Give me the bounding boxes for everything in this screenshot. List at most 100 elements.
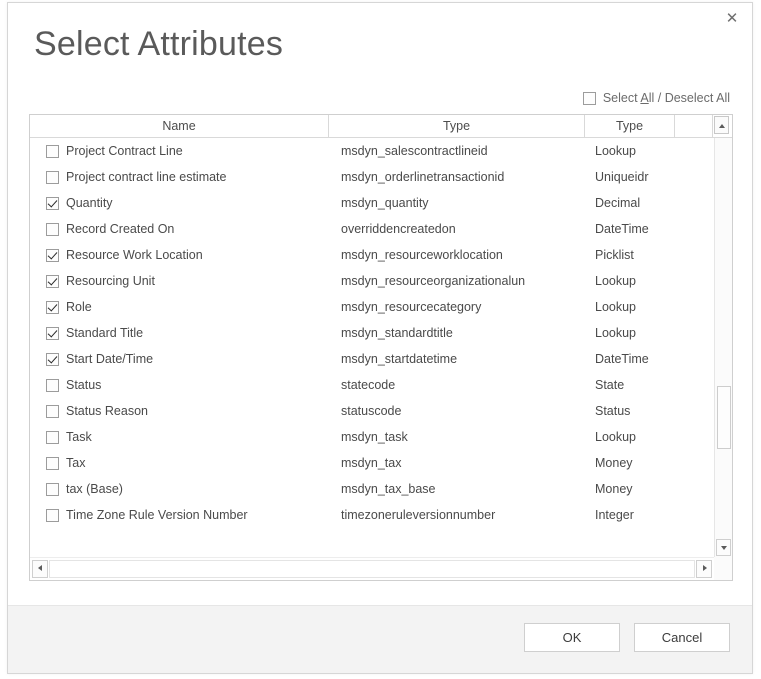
horizontal-scroll-thumb[interactable]: [49, 560, 695, 578]
select-all-label-after: ll / Deselect All: [649, 91, 730, 105]
attribute-display-name: Start Date/Time: [66, 352, 153, 366]
vertical-scroll-thumb[interactable]: [717, 386, 731, 449]
table-row[interactable]: Project contract line estimatemsdyn_orde…: [30, 164, 714, 190]
row-checkbox[interactable]: [46, 145, 59, 158]
row-checkbox[interactable]: [46, 353, 59, 366]
table-row[interactable]: Tax msdyn_taxMoney: [30, 450, 714, 476]
cell-name: Status: [30, 378, 329, 392]
attribute-display-name: Task: [66, 430, 92, 444]
table-row[interactable]: tax (Base) msdyn_tax_baseMoney: [30, 476, 714, 502]
cell-data-type: Money: [585, 456, 675, 470]
attribute-display-name: Tax: [66, 456, 85, 470]
cell-logical-name: msdyn_tax_base: [329, 482, 585, 496]
table-row[interactable]: Status ReasonstatuscodeStatus: [30, 398, 714, 424]
select-all-label: Select All / Deselect All: [603, 91, 730, 105]
column-header-type[interactable]: Type: [585, 115, 675, 137]
column-header-name[interactable]: Name: [30, 115, 329, 137]
cell-name: tax (Base): [30, 482, 329, 496]
ok-button[interactable]: OK: [524, 623, 620, 652]
table-row[interactable]: Resource Work Locationmsdyn_resourcework…: [30, 242, 714, 268]
row-checkbox[interactable]: [46, 171, 59, 184]
cell-data-type: DateTime: [585, 222, 675, 236]
table-row[interactable]: Task msdyn_taskLookup: [30, 424, 714, 450]
row-checkbox[interactable]: [46, 405, 59, 418]
attributes-grid: Name Type Type Project Contract Line msdy…: [29, 114, 733, 581]
table-row[interactable]: Quantity msdyn_quantityDecimal: [30, 190, 714, 216]
page-title: Select Attributes: [34, 25, 283, 64]
cell-data-type: Lookup: [585, 144, 675, 158]
table-row[interactable]: Start Date/Timemsdyn_startdatetimeDateTi…: [30, 346, 714, 372]
cell-logical-name: msdyn_tax: [329, 456, 585, 470]
row-checkbox[interactable]: [46, 379, 59, 392]
select-all-accel: A: [640, 91, 648, 105]
grid-body: Project Contract Line msdyn_salescontract…: [30, 138, 714, 558]
attribute-display-name: Role: [66, 300, 92, 314]
cell-logical-name: msdyn_resourcecategory: [329, 300, 585, 314]
grid-corner-header: [713, 115, 731, 137]
row-checkbox[interactable]: [46, 197, 59, 210]
row-checkbox[interactable]: [46, 223, 59, 236]
attribute-display-name: Project Contract Line: [66, 144, 183, 158]
vertical-scrollbar[interactable]: [714, 138, 732, 558]
row-checkbox[interactable]: [46, 431, 59, 444]
attribute-display-name: tax (Base): [66, 482, 123, 496]
select-all-checkbox[interactable]: [583, 92, 596, 105]
cancel-button[interactable]: Cancel: [634, 623, 730, 652]
cell-data-type: Money: [585, 482, 675, 496]
attribute-display-name: Standard Title: [66, 326, 143, 340]
cell-name: Tax: [30, 456, 329, 470]
table-row[interactable]: StatusstatecodeState: [30, 372, 714, 398]
row-checkbox[interactable]: [46, 275, 59, 288]
close-icon[interactable]: ✕: [718, 7, 746, 31]
table-row[interactable]: Standard Title msdyn_standardtitleLookup: [30, 320, 714, 346]
table-row[interactable]: Project Contract Line msdyn_salescontract…: [30, 138, 714, 164]
table-row[interactable]: Resourcing Unitmsdyn_resourceorganizatio…: [30, 268, 714, 294]
cell-logical-name: msdyn_task: [329, 430, 585, 444]
cell-data-type: Lookup: [585, 300, 675, 314]
horizontal-scrollbar[interactable]: [30, 557, 714, 580]
cell-data-type: Integer: [585, 508, 675, 522]
attribute-display-name: Status: [66, 378, 101, 392]
cell-data-type: Decimal: [585, 196, 675, 210]
select-attributes-dialog: ✕ Select Attributes Select All / Deselec…: [7, 2, 753, 674]
cell-name: Status Reason: [30, 404, 329, 418]
attribute-display-name: Quantity: [66, 196, 113, 210]
attribute-display-name: Resourcing Unit: [66, 274, 155, 288]
dialog-footer: OK Cancel: [8, 605, 752, 673]
select-all-toggle[interactable]: Select All / Deselect All: [583, 91, 730, 105]
scroll-right-icon[interactable]: [696, 560, 712, 578]
cell-data-type: State: [585, 378, 675, 392]
table-row[interactable]: Role msdyn_resourcecategoryLookup: [30, 294, 714, 320]
cell-logical-name: statuscode: [329, 404, 585, 418]
row-checkbox[interactable]: [46, 509, 59, 522]
cell-logical-name: timezoneruleversionnumber: [329, 508, 585, 522]
cell-name: Resourcing Unit: [30, 274, 329, 288]
cell-logical-name: msdyn_salescontractlineid: [329, 144, 585, 158]
row-checkbox[interactable]: [46, 249, 59, 262]
cell-logical-name: msdyn_orderlinetransactionid: [329, 170, 585, 184]
cell-name: Quantity: [30, 196, 329, 210]
cell-logical-name: overriddencreatedon: [329, 222, 585, 236]
cell-name: Resource Work Location: [30, 248, 329, 262]
cell-data-type: Lookup: [585, 274, 675, 288]
attribute-display-name: Record Created On: [66, 222, 174, 236]
row-checkbox[interactable]: [46, 483, 59, 496]
row-checkbox[interactable]: [46, 327, 59, 340]
column-header-logical[interactable]: Type: [329, 115, 585, 137]
table-row[interactable]: Record Created On overriddencreatedonDate…: [30, 216, 714, 242]
grid-corner-box: [714, 557, 732, 580]
scroll-up-icon[interactable]: [714, 116, 729, 134]
cell-logical-name: msdyn_resourceworklocation: [329, 248, 585, 262]
table-row[interactable]: Time Zone Rule Version Number timezonerul…: [30, 502, 714, 528]
cell-data-type: Lookup: [585, 430, 675, 444]
scroll-left-icon[interactable]: [32, 560, 48, 578]
cell-data-type: Lookup: [585, 326, 675, 340]
row-checkbox[interactable]: [46, 301, 59, 314]
attribute-display-name: Time Zone Rule Version Number: [66, 508, 248, 522]
cell-logical-name: msdyn_quantity: [329, 196, 585, 210]
cell-name: Role: [30, 300, 329, 314]
scroll-down-icon[interactable]: [716, 539, 731, 556]
cell-data-type: DateTime: [585, 352, 675, 366]
row-checkbox[interactable]: [46, 457, 59, 470]
cell-logical-name: msdyn_standardtitle: [329, 326, 585, 340]
